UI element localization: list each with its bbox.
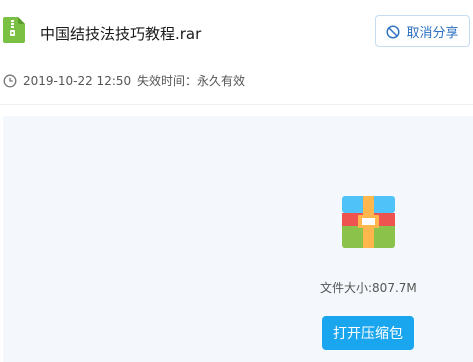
preview-panel: 文件大小:807.7M 打开压缩包: [3, 116, 473, 362]
ban-icon: [386, 24, 400, 39]
zip-file-icon: [3, 17, 25, 43]
share-date: 2019-10-22 12:50: [23, 74, 132, 88]
file-title: 中国结技法技巧教程.rar: [40, 25, 202, 43]
expiry-text: 失效时间：永久有效: [137, 74, 246, 88]
archive-icon: [342, 196, 395, 248]
divider: [0, 104, 473, 105]
file-header: 中国结技法技巧教程.rar 取消分享: [0, 0, 473, 66]
share-meta: 2019-10-22 12:50 失效时间：永久有效: [0, 72, 473, 90]
clock-icon: [3, 73, 17, 88]
open-archive-button[interactable]: 打开压缩包: [322, 316, 414, 350]
cancel-share-label: 取消分享: [406, 25, 459, 41]
file-size-text: 文件大小:807.7M: [320, 281, 417, 295]
cancel-share-button[interactable]: 取消分享: [375, 15, 470, 47]
